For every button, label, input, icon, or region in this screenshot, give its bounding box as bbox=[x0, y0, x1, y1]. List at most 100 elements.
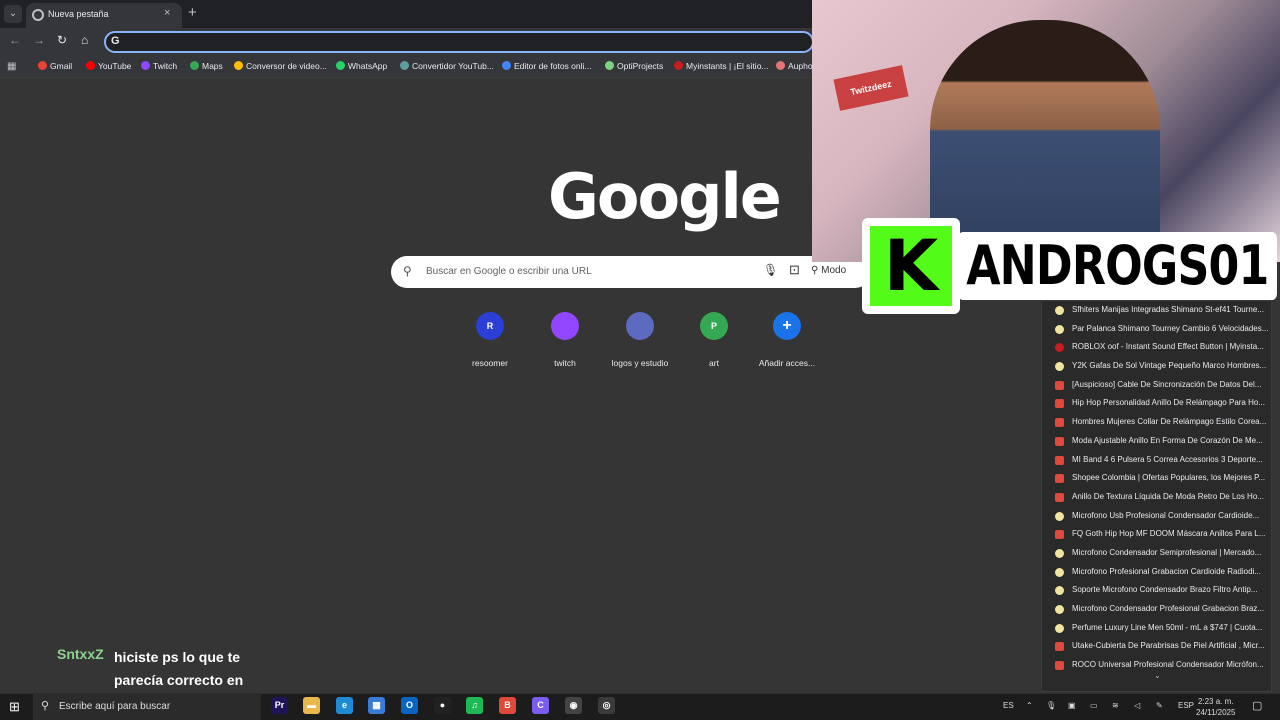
bookmark-item[interactable]: YouTube bbox=[86, 61, 131, 71]
history-item[interactable]: ROBLOX oof - Instant Sound Effect Button… bbox=[1042, 338, 1271, 357]
home-button[interactable]: ⌂ bbox=[81, 33, 88, 47]
chrome-icon[interactable]: ◎ bbox=[598, 697, 615, 714]
forward-button[interactable]: → bbox=[33, 33, 45, 47]
taskbar-clock[interactable]: 2:23 a. m. 24/11/2025 bbox=[1196, 696, 1235, 718]
spotify-icon[interactable]: ♫ bbox=[466, 697, 483, 714]
store-icon[interactable]: ▦ bbox=[368, 697, 385, 714]
history-item[interactable]: [Auspicioso] Cable De Sincronización De … bbox=[1042, 376, 1271, 395]
clock-time: 2:23 a. m. bbox=[1197, 697, 1234, 706]
history-item[interactable]: Microfono Profesional Grabacion Cardioid… bbox=[1042, 563, 1271, 582]
chevron-down-icon[interactable]: ⌄ bbox=[1154, 671, 1161, 680]
history-favicon-icon bbox=[1055, 530, 1064, 540]
bookmark-favicon-icon bbox=[86, 61, 95, 70]
history-favicon-icon bbox=[1055, 399, 1064, 409]
bookmark-item[interactable]: Twitch bbox=[141, 61, 177, 71]
history-item[interactable]: Perfume Luxury Line Men 50ml - mL a $747… bbox=[1042, 619, 1271, 638]
history-favicon-icon bbox=[1055, 548, 1064, 558]
obs-icon[interactable]: ● bbox=[434, 697, 451, 714]
recorder-icon[interactable]: ◉ bbox=[565, 697, 582, 714]
history-item[interactable]: Anillo De Textura Líquida De Moda Retro … bbox=[1042, 488, 1271, 507]
history-favicon-icon bbox=[1055, 418, 1064, 428]
shortcut-tile[interactable]: + Añadir acces... bbox=[747, 312, 827, 368]
history-item-title: Perfume Luxury Line Men 50ml - mL a $747… bbox=[1072, 622, 1263, 632]
history-item-title: Microfono Usb Profesional Condensador Ca… bbox=[1072, 510, 1260, 520]
premiere-icon[interactable]: Pr bbox=[271, 697, 288, 714]
history-item[interactable]: MI Band 4 6 Pulsera 5 Correa Accesorios … bbox=[1042, 451, 1271, 470]
bookmark-item[interactable]: Conversor de video... bbox=[234, 61, 327, 71]
history-item-title: ROBLOX oof - Instant Sound Effect Button… bbox=[1072, 342, 1264, 352]
bookmark-item[interactable]: Editor de fotos onli... bbox=[502, 61, 592, 71]
windows-start-icon[interactable]: ⊞ bbox=[9, 699, 20, 715]
volume-icon[interactable]: ◁ bbox=[1134, 701, 1140, 710]
bookmark-label: Twitch bbox=[153, 61, 178, 71]
bookmark-item[interactable]: Convertidor YouTub... bbox=[400, 61, 494, 71]
history-favicon-icon bbox=[1055, 567, 1064, 577]
reload-button[interactable]: ↻ bbox=[57, 33, 67, 47]
history-item[interactable]: Hip Hop Personalidad Anillo De Relámpago… bbox=[1042, 394, 1271, 413]
input-language-right[interactable]: ESP bbox=[1178, 701, 1194, 710]
bookmark-favicon-icon bbox=[190, 61, 199, 70]
shortcut-tile[interactable]: logos y estudio bbox=[600, 312, 680, 368]
apps-grid-icon[interactable]: ▦ bbox=[7, 61, 16, 72]
bookmark-item[interactable]: OptiProjects bbox=[605, 61, 663, 71]
history-item-title: Microfono Profesional Grabacion Cardioid… bbox=[1072, 566, 1261, 576]
copilot-icon[interactable]: C bbox=[532, 697, 549, 714]
history-item[interactable]: Hombres Mujeres Collar De Relámpago Esti… bbox=[1042, 413, 1271, 432]
tab-close-icon[interactable]: × bbox=[164, 7, 170, 19]
history-item-title: ROCO Universal Profesional Condensador M… bbox=[1072, 660, 1264, 670]
history-item[interactable]: Sfhiters Manijas Integradas Shimano St-e… bbox=[1042, 301, 1271, 320]
history-item[interactable]: Soporte Microfono Condensador Brazo Filt… bbox=[1042, 581, 1271, 600]
history-item-title: Par Palanca Shimano Tourney Cambio 6 Vel… bbox=[1072, 323, 1269, 333]
microphone-tray-icon[interactable]: 🎙 bbox=[1046, 701, 1056, 710]
file-explorer-icon[interactable]: ▬ bbox=[303, 697, 320, 714]
edge-icon[interactable]: e bbox=[336, 697, 353, 714]
taskbar-search-box[interactable]: ⚲ Escribe aquí para buscar bbox=[33, 694, 261, 720]
history-favicon-icon bbox=[1055, 492, 1064, 502]
history-item[interactable]: Par Palanca Shimano Tourney Cambio 6 Vel… bbox=[1042, 320, 1271, 339]
ai-mode-button[interactable]: ⚲ Modo bbox=[811, 265, 846, 276]
history-item[interactable]: Moda Ajustable Anillo En Forma De Corazó… bbox=[1042, 432, 1271, 451]
pen-icon[interactable]: ✎ bbox=[1156, 701, 1163, 710]
bookmark-item[interactable]: WhatsApp bbox=[336, 61, 387, 71]
tab-title: Nueva pestaña bbox=[48, 9, 109, 19]
bookmark-item[interactable]: Maps bbox=[190, 61, 223, 71]
history-item[interactable]: Y2K Gafas De Sol Vintage Pequeño Marco H… bbox=[1042, 357, 1271, 376]
bookmark-favicon-icon bbox=[141, 61, 150, 70]
bookmark-favicon-icon bbox=[38, 61, 47, 70]
tab-favicon-icon bbox=[32, 9, 44, 21]
chevron-up-icon[interactable]: ⌃ bbox=[1026, 701, 1033, 710]
tab-search-button[interactable]: ⌄ bbox=[4, 5, 22, 23]
bookmark-item[interactable]: Gmail bbox=[38, 61, 72, 71]
notifications-icon[interactable]: ▢ bbox=[1252, 699, 1262, 712]
chat-username: SntxxZ bbox=[57, 646, 104, 662]
history-item[interactable]: Shopee Colombia | Ofertas Populares, los… bbox=[1042, 469, 1271, 488]
tray-icon-1[interactable]: ▣ bbox=[1068, 701, 1076, 710]
shortcut-tile[interactable]: Part bbox=[674, 312, 754, 368]
microphone-icon[interactable]: 🎙 bbox=[763, 263, 778, 277]
shortcut-tile[interactable]: Rresoomer bbox=[450, 312, 530, 368]
shortcut-tile[interactable]: twitch bbox=[525, 312, 605, 368]
bookmark-label: Conversor de video... bbox=[246, 61, 327, 71]
input-language-left[interactable]: ES bbox=[1003, 701, 1014, 710]
history-item[interactable]: FQ Goth Hip Hop MF DOOM Máscara Anillos … bbox=[1042, 525, 1271, 544]
google-lens-icon[interactable]: ⊡ bbox=[789, 262, 800, 278]
history-favicon-icon bbox=[1055, 324, 1064, 334]
battery-icon[interactable]: ▭ bbox=[1090, 701, 1098, 710]
history-item[interactable]: Microfono Condensador Semiprofesional | … bbox=[1042, 544, 1271, 563]
history-item[interactable]: Microfono Condensador Profesional Grabac… bbox=[1042, 600, 1271, 619]
history-favicon-icon bbox=[1055, 343, 1064, 353]
address-bar[interactable]: G bbox=[104, 31, 814, 53]
outlook-icon[interactable]: O bbox=[401, 697, 418, 714]
bookmark-item[interactable]: Myinstants | ¡El sitio... bbox=[674, 61, 769, 71]
history-favicon-icon bbox=[1055, 455, 1064, 465]
new-tab-button[interactable]: + bbox=[188, 4, 197, 21]
tab-new-tab[interactable]: Nueva pestaña × bbox=[26, 3, 182, 28]
history-item[interactable]: Utake-Cubierta De Parabrisas De Piel Art… bbox=[1042, 637, 1271, 656]
back-button[interactable]: ← bbox=[9, 33, 21, 47]
history-favicon-icon bbox=[1055, 586, 1064, 596]
history-item[interactable]: Microfono Usb Profesional Condensador Ca… bbox=[1042, 507, 1271, 526]
google-search-box[interactable]: ⚲ Buscar en Google o escribir una URL 🎙 … bbox=[391, 256, 871, 288]
brave-icon[interactable]: B bbox=[499, 697, 516, 714]
bookmark-item[interactable]: Aupho bbox=[776, 61, 813, 71]
wifi-icon[interactable]: ≋ bbox=[1112, 701, 1119, 710]
